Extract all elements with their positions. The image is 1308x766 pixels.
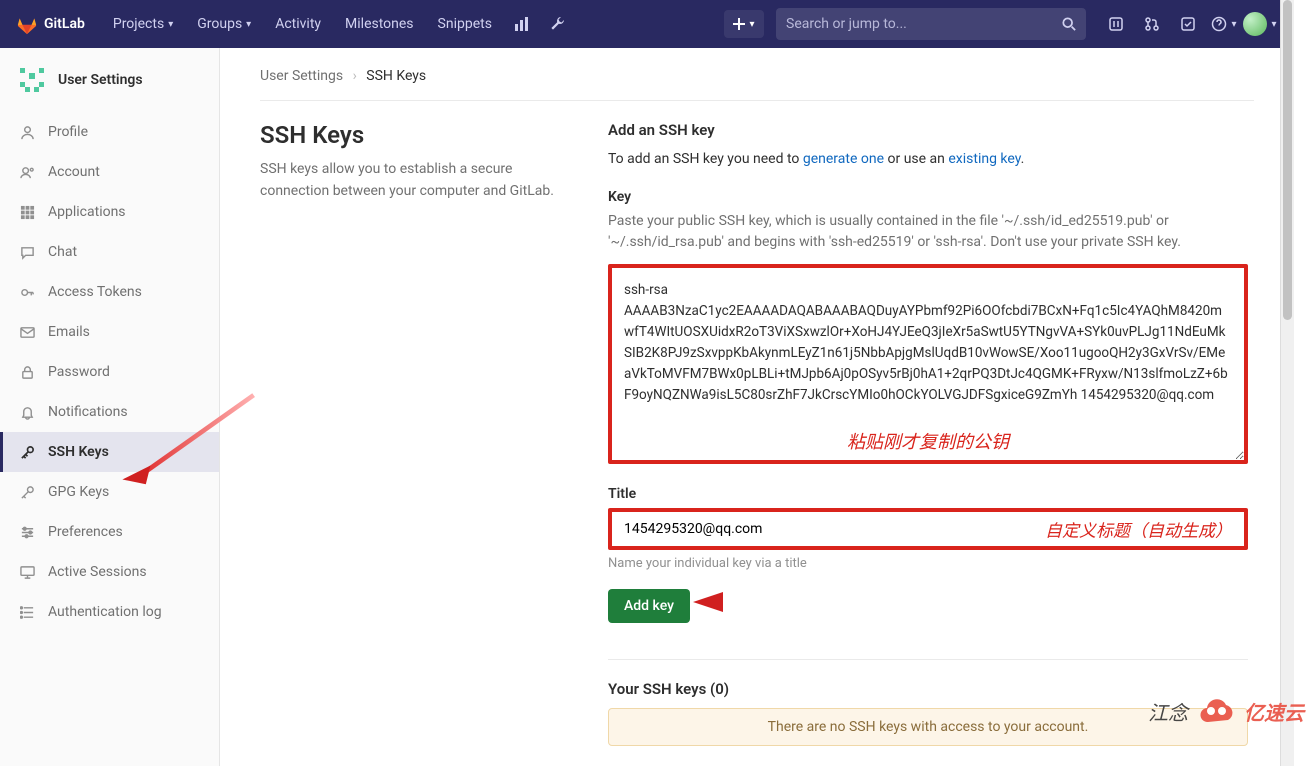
key-label: Key bbox=[608, 189, 1248, 205]
sidebar-header: User Settings bbox=[0, 48, 219, 112]
todos-icon[interactable] bbox=[1170, 0, 1206, 48]
chevron-down-icon: ▾ bbox=[1231, 19, 1236, 30]
plus-icon bbox=[733, 18, 745, 30]
nav-activity[interactable]: Activity bbox=[263, 0, 333, 48]
search-box[interactable] bbox=[776, 8, 1086, 40]
issues-icon[interactable] bbox=[1098, 0, 1134, 48]
chevron-down-icon: ▾ bbox=[168, 19, 173, 30]
applications-icon bbox=[18, 205, 36, 220]
gitlab-icon bbox=[16, 13, 38, 35]
sidebar-item-profile[interactable]: Profile bbox=[0, 112, 219, 152]
chevron-down-icon: ▾ bbox=[1271, 19, 1276, 30]
breadcrumb: User Settings › SSH Keys bbox=[260, 68, 1254, 101]
sidebar-item-chat[interactable]: Chat bbox=[0, 232, 219, 272]
sidebar-item-notifications[interactable]: Notifications bbox=[0, 392, 219, 432]
page-intro: SSH Keys SSH keys allow you to establish… bbox=[260, 121, 560, 746]
breadcrumb-separator: › bbox=[353, 68, 357, 84]
page-title: SSH Keys bbox=[260, 121, 560, 149]
monitor-icon bbox=[18, 565, 36, 580]
user-menu[interactable]: ▾ bbox=[1242, 0, 1278, 48]
sliders-icon bbox=[18, 525, 36, 540]
title-hint: Name your individual key via a title bbox=[608, 556, 1248, 571]
existing-key-link[interactable]: existing key bbox=[948, 151, 1020, 167]
sidebar-item-access-tokens[interactable]: Access Tokens bbox=[0, 272, 219, 312]
new-menu-button[interactable]: ▾ bbox=[724, 10, 764, 38]
nav-milestones[interactable]: Milestones bbox=[333, 0, 426, 48]
sidebar-item-applications[interactable]: Applications bbox=[0, 192, 219, 232]
add-key-button[interactable]: Add key bbox=[608, 589, 690, 623]
breadcrumb-current: SSH Keys bbox=[366, 68, 426, 84]
list-icon bbox=[18, 605, 36, 620]
key-icon bbox=[18, 445, 36, 460]
brand-text: GitLab bbox=[44, 16, 85, 32]
help-icon[interactable]: ▾ bbox=[1206, 0, 1242, 48]
avatar bbox=[1243, 12, 1267, 36]
scrollbar-thumb[interactable] bbox=[1283, 0, 1292, 320]
sidebar-item-preferences[interactable]: Preferences bbox=[0, 512, 219, 552]
nav-wrench-icon[interactable] bbox=[540, 0, 576, 48]
key-textarea[interactable] bbox=[608, 264, 1248, 464]
page-description: SSH keys allow you to establish a secure… bbox=[260, 159, 560, 202]
key-hint: Paste your public SSH key, which is usua… bbox=[608, 211, 1248, 254]
sidebar-item-emails[interactable]: Emails bbox=[0, 312, 219, 352]
topbar: GitLab Projects▾ Groups▾ Activity Milest… bbox=[0, 0, 1294, 48]
search-input[interactable] bbox=[786, 16, 1062, 32]
title-label: Title bbox=[608, 486, 1248, 502]
sidebar-item-gpg-keys[interactable]: GPG Keys bbox=[0, 472, 219, 512]
sidebar: User Settings Profile Account Applicatio… bbox=[0, 48, 220, 766]
token-icon bbox=[18, 285, 36, 300]
account-icon bbox=[18, 165, 36, 180]
nav-analytics-icon[interactable] bbox=[504, 0, 540, 48]
profile-icon bbox=[18, 125, 36, 140]
sidebar-title: User Settings bbox=[58, 72, 143, 88]
email-icon bbox=[18, 325, 36, 340]
generate-one-link[interactable]: generate one bbox=[803, 151, 884, 167]
cloud-icon bbox=[1194, 696, 1238, 726]
identicon-icon bbox=[16, 64, 48, 96]
chat-icon bbox=[18, 245, 36, 260]
key-icon bbox=[18, 485, 36, 500]
gitlab-logo[interactable]: GitLab bbox=[16, 13, 85, 35]
annotation-arrow bbox=[688, 587, 988, 617]
bell-icon bbox=[18, 405, 36, 420]
content: User Settings › SSH Keys SSH Keys SSH ke… bbox=[220, 48, 1294, 766]
watermark: 江念 亿速云 bbox=[1148, 696, 1304, 726]
search-icon bbox=[1062, 17, 1076, 31]
breadcrumb-root[interactable]: User Settings bbox=[260, 68, 343, 84]
sidebar-item-account[interactable]: Account bbox=[0, 152, 219, 192]
sidebar-item-ssh-keys[interactable]: SSH Keys bbox=[0, 432, 219, 472]
sidebar-item-active-sessions[interactable]: Active Sessions bbox=[0, 552, 219, 592]
nav-groups[interactable]: Groups▾ bbox=[185, 0, 263, 48]
scrollbar[interactable] bbox=[1280, 0, 1294, 766]
chevron-down-icon: ▾ bbox=[749, 19, 754, 30]
nav-snippets[interactable]: Snippets bbox=[426, 0, 504, 48]
chevron-down-icon: ▾ bbox=[246, 19, 251, 30]
sidebar-item-auth-log[interactable]: Authentication log bbox=[0, 592, 219, 632]
sidebar-item-password[interactable]: Password bbox=[0, 352, 219, 392]
title-input[interactable] bbox=[608, 508, 1248, 550]
merge-requests-icon[interactable] bbox=[1134, 0, 1170, 48]
add-key-help: To add an SSH key you need to generate o… bbox=[608, 149, 1248, 171]
nav-projects[interactable]: Projects▾ bbox=[101, 0, 185, 48]
add-key-heading: Add an SSH key bbox=[608, 121, 1248, 139]
lock-icon bbox=[18, 365, 36, 380]
